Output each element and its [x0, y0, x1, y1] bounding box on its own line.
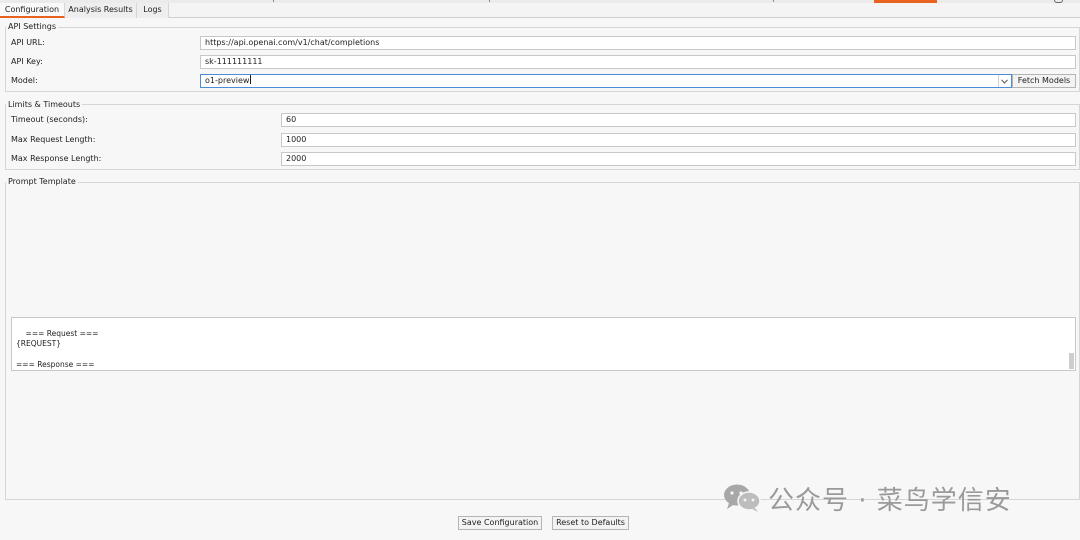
model-combobox-value: o1-preview [205, 76, 250, 85]
top-strip-mark [273, 0, 274, 2]
tab-configuration[interactable]: Configuration [0, 3, 65, 18]
save-configuration-button[interactable]: Save Configuration [458, 516, 542, 530]
text-caret [250, 75, 252, 84]
watermark-text: 公众号 · 菜鸟学信安 [768, 485, 1012, 516]
api-url-input[interactable]: https://api.openai.com/v1/chat/completio… [200, 36, 1076, 50]
chevron-down-icon[interactable] [998, 75, 1010, 87]
prompt-template-title: Prompt Template [6, 177, 78, 186]
prompt-template-text: === Request === {REQUEST} === Response =… [16, 329, 99, 369]
top-strip-mark [489, 0, 490, 2]
timeout-input[interactable]: 60 [281, 113, 1076, 127]
api-url-label: API URL: [11, 38, 45, 47]
api-key-input[interactable]: sk-111111111 [200, 55, 1076, 69]
max-request-label: Max Request Length: [11, 135, 96, 144]
model-label: Model: [11, 76, 38, 85]
fetch-models-button[interactable]: Fetch Models [1012, 74, 1076, 88]
max-response-label: Max Response Length: [11, 154, 102, 163]
wechat-icon [724, 484, 761, 512]
textarea-scrollbar[interactable] [1069, 353, 1074, 369]
limits-title: Limits & Timeouts [6, 100, 83, 109]
timeout-label: Timeout (seconds): [11, 115, 88, 124]
tab-analysis-results[interactable]: Analysis Results [65, 3, 137, 18]
api-key-label: API Key: [11, 57, 43, 66]
prompt-template-textarea[interactable]: === Request === {REQUEST} === Response =… [11, 317, 1076, 371]
max-request-input[interactable]: 1000 [281, 133, 1076, 147]
watermark: 公众号 · 菜鸟学信安 [722, 480, 1012, 516]
model-combobox[interactable]: o1-preview [200, 74, 1012, 88]
tab-bar: Configuration Analysis Results Logs [0, 3, 1080, 18]
api-settings-title: API Settings [6, 22, 59, 31]
tab-logs[interactable]: Logs [137, 3, 169, 18]
top-strip-mark [773, 0, 774, 2]
app-window: Configuration Analysis Results Logs API … [0, 0, 1080, 540]
reset-to-defaults-button[interactable]: Reset to Defaults [552, 516, 629, 530]
max-response-input[interactable]: 2000 [281, 152, 1076, 166]
